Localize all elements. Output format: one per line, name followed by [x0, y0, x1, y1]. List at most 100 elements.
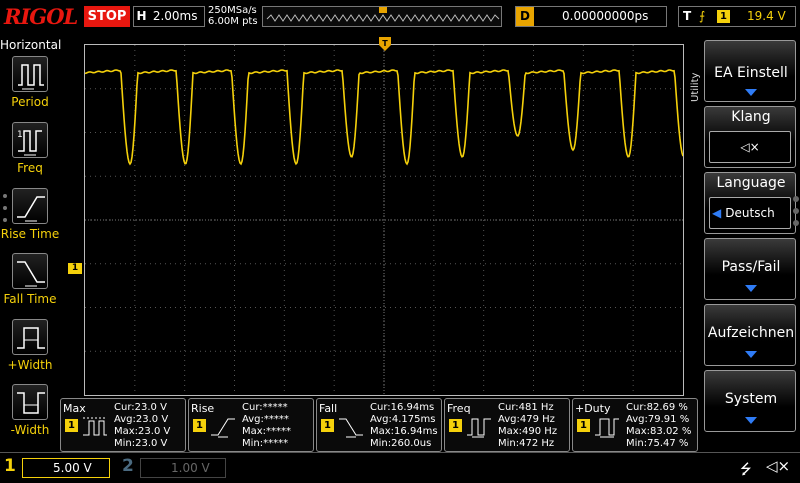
rise-time-icon — [211, 418, 235, 438]
softkey-system-label: System — [724, 391, 778, 407]
readout-cur: Cur:82.69 % — [626, 402, 688, 413]
frequency-icon: 1 — [12, 122, 48, 158]
measure-period-label: Period — [11, 95, 49, 109]
readout-channel-badge: 1 — [193, 419, 206, 432]
memory-depth: 6.00M pts — [208, 16, 258, 27]
softkey-pass-fail[interactable]: Pass/Fail — [704, 238, 796, 300]
trigger-display[interactable]: T ⨍ 1 19.4 V — [678, 6, 796, 27]
readout-cur: Cur:***** — [242, 402, 288, 413]
readout-name: Fall — [319, 402, 338, 415]
speaker-mute-icon[interactable]: ◁× — [766, 457, 790, 475]
memory-position-bar[interactable] — [262, 6, 502, 27]
measure-negative-width-button[interactable]: -Width — [0, 384, 60, 446]
utility-label: Utility — [690, 72, 701, 102]
measurement-readouts: Max 1 Cur:23.0 V Avg:23.0 V Max:23.0 V M… — [60, 398, 700, 452]
timebase-display[interactable]: H 2.00ms — [133, 6, 205, 27]
readout-values: Cur:16.94ms Avg:4.175ms Max:16.94ms Min:… — [370, 402, 438, 450]
trigger-channel-badge: 1 — [717, 10, 730, 23]
readout-values: Cur:23.0 V Avg:23.0 V Max:23.0 V Min:23.… — [114, 402, 170, 450]
softkey-record-label: Aufzeichnen — [707, 325, 795, 341]
readout-min-value: Min:260.0us — [370, 438, 432, 449]
readout-channel-badge: 1 — [449, 419, 462, 432]
chevron-left-icon: ◀ — [712, 206, 722, 220]
ch1-scale: 5.00 V — [22, 458, 110, 478]
measure-period-button[interactable]: Period — [0, 56, 60, 118]
readout-max-value: Max:83.02 % — [626, 426, 692, 437]
delay-value: 0.00000000ps — [562, 9, 649, 23]
utility-menu-tab: Utility — [688, 40, 704, 110]
readout-max-value: Max:***** — [242, 426, 292, 437]
duty-cycle-icon — [595, 418, 619, 438]
language-value: ◀ Deutsch — [709, 197, 791, 229]
readout-positive-duty[interactable]: +Duty 1 Cur:82.69 % Avg:79.91 % Max:83.0… — [572, 398, 698, 452]
softkey-language[interactable]: Language ◀ Deutsch — [704, 172, 796, 234]
measure-freq-button[interactable]: 1 Freq — [0, 122, 60, 184]
readout-name: Rise — [191, 402, 215, 415]
positive-width-icon — [12, 319, 48, 355]
readout-max-value: Max:490 Hz — [498, 426, 558, 437]
measure-positive-width-label: +Width — [7, 358, 53, 372]
run-stop-indicator[interactable]: STOP — [84, 6, 130, 27]
measure-fall-time-button[interactable]: Fall Time — [0, 253, 60, 315]
readout-values: Cur:***** Avg:***** Max:***** Min:***** — [242, 402, 291, 450]
readout-avg: Avg:***** — [242, 414, 289, 425]
readout-min-value: Min:75.47 % — [626, 438, 689, 449]
softkey-pass-fail-label: Pass/Fail — [721, 259, 781, 275]
readout-max[interactable]: Max 1 Cur:23.0 V Avg:23.0 V Max:23.0 V M… — [60, 398, 186, 452]
frequency-icon — [467, 418, 491, 438]
trigger-label: T — [683, 9, 692, 23]
readout-avg: Avg:479 Hz — [498, 414, 555, 425]
delay-label: D — [516, 7, 534, 26]
sample-rate: 250MSa/s — [208, 5, 257, 16]
ch1-status[interactable]: 1 5.00 V — [0, 456, 112, 478]
readout-name: +Duty — [575, 402, 611, 415]
timebase-value: 2.00ms — [152, 9, 198, 23]
ch1-number: 1 — [4, 456, 16, 476]
ch1-offset-marker[interactable]: 1 — [68, 263, 82, 274]
readout-cur: Cur:481 Hz — [498, 402, 554, 413]
softkey-system[interactable]: System — [704, 370, 796, 432]
graticule — [85, 45, 683, 395]
readout-name: Max — [63, 402, 86, 415]
delay-display[interactable]: D 0.00000000ps — [515, 6, 667, 27]
measurement-sidebar: Horizontal Period 1 Freq Rise Time Fall … — [0, 36, 62, 450]
usb-icon: ⭍ — [740, 462, 752, 478]
rise-time-icon — [12, 188, 48, 224]
ch2-status[interactable]: 2 1.00 V — [118, 456, 228, 478]
readout-min-value: Min:***** — [242, 438, 289, 449]
ch2-scale: 1.00 V — [140, 458, 226, 478]
softkey-record[interactable]: Aufzeichnen — [704, 304, 796, 366]
scroll-dot-icon — [3, 206, 7, 210]
readout-max-value: Max:16.94ms — [370, 426, 438, 437]
softkey-sound[interactable]: Klang ◁× — [704, 106, 796, 168]
chevron-down-icon — [745, 417, 757, 424]
measure-fall-time-label: Fall Time — [3, 292, 57, 306]
sidebar-title: Horizontal — [0, 38, 62, 52]
scroll-dot-icon — [3, 194, 7, 198]
waveform-display[interactable] — [84, 44, 684, 396]
trigger-slope-icon: ⨍ — [699, 9, 706, 23]
readout-values: Cur:481 Hz Avg:479 Hz Max:490 Hz Min:472… — [498, 402, 557, 450]
readout-rise[interactable]: Rise 1 Cur:***** Avg:***** Max:***** Min… — [188, 398, 314, 452]
softkey-io-settings[interactable]: EA Einstell — [704, 40, 796, 102]
measure-negative-width-label: -Width — [10, 423, 50, 437]
svg-text:1: 1 — [17, 130, 23, 140]
readout-avg: Avg:4.175ms — [370, 414, 436, 425]
language-value-text: Deutsch — [725, 206, 775, 220]
measure-rise-time-button[interactable]: Rise Time — [0, 188, 60, 250]
rigol-logo: RIGOL — [4, 4, 78, 29]
top-status-bar: RIGOL STOP H 2.00ms 250MSa/s 6.00M pts D… — [0, 0, 800, 36]
fall-time-icon — [339, 418, 363, 438]
readout-fall[interactable]: Fall 1 Cur:16.94ms Avg:4.175ms Max:16.94… — [316, 398, 442, 452]
readout-cur: Cur:23.0 V — [114, 402, 167, 413]
readout-avg: Avg:23.0 V — [114, 414, 169, 425]
memory-waveform-icon — [266, 7, 500, 22]
readout-freq[interactable]: Freq 1 Cur:481 Hz Avg:479 Hz Max:490 Hz … — [444, 398, 570, 452]
readout-channel-badge: 1 — [65, 419, 78, 432]
period-icon — [12, 56, 48, 92]
negative-width-icon — [12, 384, 48, 420]
trigger-position-marker-icon[interactable]: T — [379, 37, 391, 51]
measure-positive-width-button[interactable]: +Width — [0, 319, 60, 381]
readout-cur: Cur:16.94ms — [370, 402, 435, 413]
scroll-dot-icon — [793, 208, 799, 214]
